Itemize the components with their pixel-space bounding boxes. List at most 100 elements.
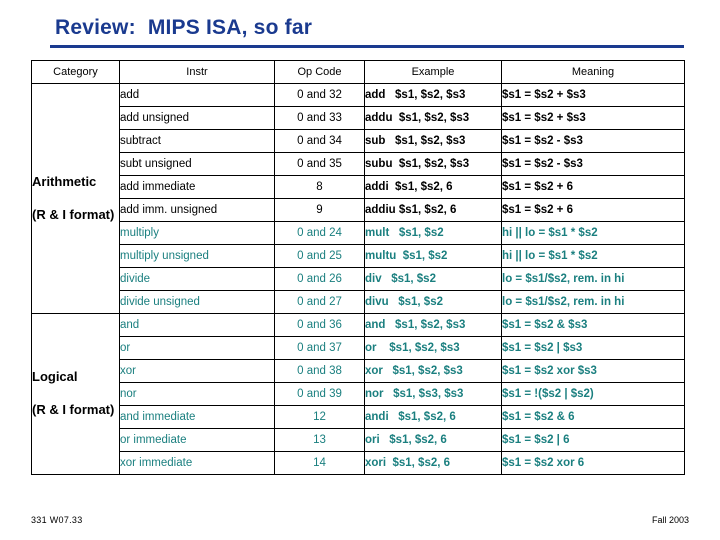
opcode-cell: 0 and 36 <box>274 313 365 337</box>
opcode-cell: 12 <box>274 405 365 429</box>
category-label: (R & I format) <box>32 402 115 417</box>
instruction-cell: nor <box>119 382 275 406</box>
column-header-meaning: Meaning <box>501 60 685 84</box>
meaning-cell: lo = $s1/$s2, rem. in hi <box>501 290 685 314</box>
footer-slide-id: 331 W07.33 <box>31 515 83 525</box>
opcode-cell: 8 <box>274 175 365 199</box>
instruction-cell: subtract <box>119 129 275 153</box>
meaning-cell: $s1 = $s2 & 6 <box>501 405 685 429</box>
opcode-cell: 0 and 35 <box>274 152 365 176</box>
table-row: subtract 0 and 34 sub $s1, $s2, $s3 $s1 = $… <box>32 129 685 153</box>
category-label: Logical <box>32 369 78 385</box>
example-cell: add $s1, $s2, $s3 <box>364 83 502 107</box>
table-row: divide 0 and 26 div $s1, $s2 lo = $s1/$s2, … <box>32 267 685 291</box>
table-row: multiply unsigned 0 and 25 multu $s1, $s2 h… <box>32 244 685 268</box>
table-row: add imm. unsigned 9 addiu $s1, $s2, 6 $s1 =… <box>32 198 685 222</box>
category-cell: Logical (R & I format) <box>31 313 120 475</box>
opcode-cell: 14 <box>274 451 365 475</box>
opcode-cell: 0 and 24 <box>274 221 365 245</box>
instruction-cell: add unsigned <box>119 106 275 130</box>
instruction-cell: add imm. unsigned <box>119 198 275 222</box>
instruction-cell: divide <box>119 267 275 291</box>
opcode-cell: 0 and 38 <box>274 359 365 383</box>
example-cell: sub $s1, $s2, $s3 <box>364 129 502 153</box>
category-label: (R & I format) <box>32 206 115 222</box>
example-cell: xor $s1, $s2, $s3 <box>364 359 502 383</box>
example-cell: multu $s1, $s2 <box>364 244 502 268</box>
example-cell: nor $s1, $s3, $s3 <box>364 382 502 406</box>
table-row: xor 0 and 38 xor $s1, $s2, $s3 $s1 = $s2 xo… <box>32 359 685 383</box>
meaning-cell: $s1 = $s2 | 6 <box>501 428 685 452</box>
table-row: Arithmetic (R & I format) add 0 and 32 add $… <box>31 83 685 314</box>
meaning-cell: $s1 = $s2 | $s3 <box>501 336 685 360</box>
instruction-cell: xor immediate <box>119 451 275 475</box>
meaning-cell: $s1 = $s2 + $s3 <box>501 106 685 130</box>
slide: Review: MIPS ISA, so far Category Instr … <box>0 0 720 540</box>
instruction-cell: and immediate <box>119 405 275 429</box>
example-cell: subu $s1, $s2, $s3 <box>364 152 502 176</box>
example-cell: andi $s1, $s2, 6 <box>364 405 502 429</box>
table-body: Arithmetic (R & I format) add 0 and 32 add $… <box>31 83 685 475</box>
column-header-example: Example <box>364 60 502 84</box>
example-cell: divu $s1, $s2 <box>364 290 502 314</box>
instruction-cell: and <box>119 313 275 337</box>
instruction-cell: or immediate <box>119 428 275 452</box>
instruction-cell: add <box>119 83 275 107</box>
category-label: Arithmetic <box>32 173 97 189</box>
meaning-cell: $s1 = $s2 - $s3 <box>501 152 685 176</box>
opcode-cell: 9 <box>274 198 365 222</box>
example-cell: xori $s1, $s2, 6 <box>364 451 502 475</box>
example-cell: addiu $s1, $s2, 6 <box>364 198 502 222</box>
opcode-cell: 0 and 33 <box>274 106 365 130</box>
column-header-opcode: Op Code <box>274 60 365 84</box>
meaning-cell: $s1 = $s2 xor 6 <box>501 451 685 475</box>
table-row: subt unsigned 0 and 35 subu $s1, $s2, $s3 $… <box>32 152 685 176</box>
meaning-cell: $s1 = $s2 + 6 <box>501 175 685 199</box>
meaning-cell: hi || lo = $s1 * $s2 <box>501 244 685 268</box>
instruction-cell: xor <box>119 359 275 383</box>
instruction-cell: or <box>119 336 275 360</box>
instruction-cell: multiply <box>119 221 275 245</box>
table-row: or immediate 13 ori $s1, $s2, 6 $s1 = $s2 |… <box>32 428 685 452</box>
table-row: add unsigned 0 and 33 addu $s1, $s2, $s3 $s… <box>32 106 685 130</box>
meaning-cell: lo = $s1/$s2, rem. in hi <box>501 267 685 291</box>
example-cell: mult $s1, $s2 <box>364 221 502 245</box>
example-cell: or $s1, $s2, $s3 <box>364 336 502 360</box>
example-cell: addu $s1, $s2, $s3 <box>364 106 502 130</box>
meaning-cell: $s1 = $s2 + 6 <box>501 198 685 222</box>
table-row: add immediate 8 addi $s1, $s2, 6 $s1 = $s2 … <box>32 175 685 199</box>
opcode-cell: 0 and 25 <box>274 244 365 268</box>
opcode-cell: 0 and 39 <box>274 382 365 406</box>
instruction-cell: divide unsigned <box>119 290 275 314</box>
table-row: and immediate 12 andi $s1, $s2, 6 $s1 = $s2… <box>32 405 685 429</box>
example-cell: div $s1, $s2 <box>364 267 502 291</box>
meaning-cell: $s1 = $s2 - $s3 <box>501 129 685 153</box>
example-cell: addi $s1, $s2, 6 <box>364 175 502 199</box>
opcode-cell: 0 and 37 <box>274 336 365 360</box>
footer-term: Fall 2003 <box>651 515 689 525</box>
column-header-instr: Instr <box>119 60 275 84</box>
title-underline <box>50 45 684 48</box>
instruction-cell: multiply unsigned <box>119 244 275 268</box>
category-cell: Arithmetic (R & I format) <box>31 83 120 314</box>
instruction-cell: add immediate <box>119 175 275 199</box>
table-row: multiply 0 and 24 mult $s1, $s2 hi || lo = … <box>32 221 685 245</box>
table-row: xor immediate 14 xori $s1, $s2, 6 $s1 = $s2… <box>32 451 685 475</box>
example-cell: and $s1, $s2, $s3 <box>364 313 502 337</box>
opcode-cell: 13 <box>274 428 365 452</box>
isa-table-container: Category Instr Op Code Example Meaning A… <box>31 60 685 475</box>
meaning-cell: $s1 = !($s2 | $s2) <box>501 382 685 406</box>
meaning-cell: $s1 = $s2 xor $s3 <box>501 359 685 383</box>
opcode-cell: 0 and 27 <box>274 290 365 314</box>
opcode-cell: 0 and 34 <box>274 129 365 153</box>
opcode-cell: 0 and 26 <box>274 267 365 291</box>
meaning-cell: $s1 = $s2 + $s3 <box>501 83 685 107</box>
meaning-cell: hi || lo = $s1 * $s2 <box>501 221 685 245</box>
table-header-row: Category Instr Op Code Example Meaning <box>31 60 685 84</box>
column-header-category: Category <box>31 60 120 84</box>
example-cell: ori $s1, $s2, 6 <box>364 428 502 452</box>
instruction-cell: subt unsigned <box>119 152 275 176</box>
opcode-cell: 0 and 32 <box>274 83 365 107</box>
meaning-cell: $s1 = $s2 & $s3 <box>501 313 685 337</box>
table-row: or 0 and 37 or $s1, $s2, $s3 $s1 = $s2 | $s… <box>32 336 685 360</box>
